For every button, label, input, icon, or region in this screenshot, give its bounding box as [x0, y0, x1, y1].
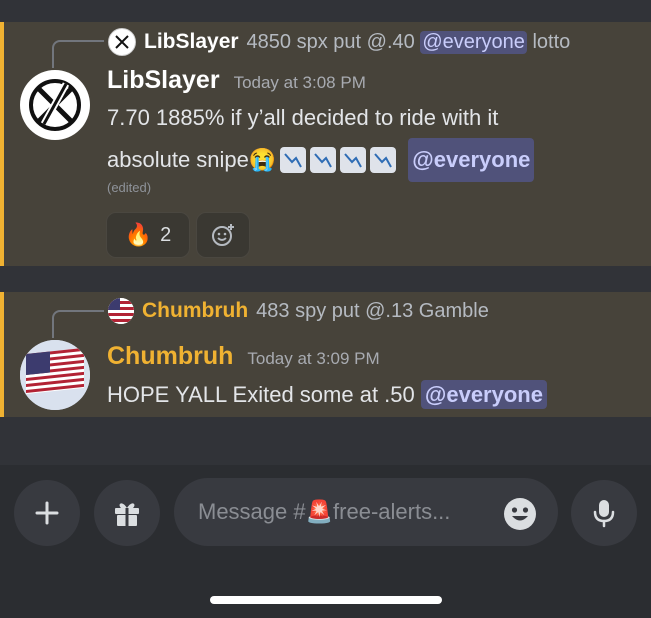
- home-indicator[interactable]: [210, 596, 442, 604]
- reply-avatar: [108, 28, 136, 56]
- timestamp: Today at 3:08 PM: [233, 73, 366, 92]
- message-text: absolute snipe: [107, 147, 249, 172]
- chart-decreasing-emoji: [280, 147, 307, 173]
- reply-text-suffix: lotto: [532, 30, 571, 53]
- reply-mention[interactable]: @everyone: [420, 30, 527, 54]
- highlight-bar: [0, 292, 4, 417]
- reply-avatar: [108, 298, 134, 324]
- edited-label: (edited): [107, 180, 152, 195]
- gift-icon: [115, 503, 139, 526]
- message-text: HOPE YALL Exited some at .50: [107, 382, 415, 407]
- timestamp: Today at 3:09 PM: [247, 349, 380, 368]
- message-line-2: absolute snipe 😭 @everyone: [107, 138, 535, 182]
- reply-author[interactable]: LibSlayer: [144, 30, 239, 54]
- reply-text: 483 spy put @.13 Gamble: [256, 299, 489, 322]
- plus-icon: [35, 501, 59, 525]
- gift-button[interactable]: [94, 480, 160, 546]
- add-reaction-button[interactable]: [196, 212, 250, 258]
- us-flag-icon: [108, 298, 134, 324]
- voice-button[interactable]: [571, 480, 637, 546]
- message-input[interactable]: Message #🚨free-alerts...: [174, 478, 558, 546]
- placeholder-prefix: Message #: [198, 499, 306, 524]
- microphone-icon: [593, 500, 615, 528]
- message-libslayer[interactable]: LibSlayer 4850 spx put @.40 @everyone lo…: [0, 22, 651, 266]
- reply-connector: [52, 310, 104, 338]
- reply-preview[interactable]: LibSlayer 4850 spx put @.40 @everyone lo…: [108, 28, 570, 56]
- chart-decreasing-emoji: [310, 147, 337, 173]
- author-name[interactable]: LibSlayer: [107, 66, 220, 95]
- mention-everyone[interactable]: @everyone: [420, 380, 547, 409]
- reply-text: 4850 spx put @.40: [246, 30, 415, 53]
- emoji-button[interactable]: [503, 497, 537, 536]
- message-header: LibSlayer Today at 3:08 PM: [107, 66, 366, 95]
- message-header: Chumbruh Today at 3:09 PM: [107, 342, 380, 371]
- channel-name: free-alerts...: [333, 499, 451, 524]
- attach-button[interactable]: [14, 480, 80, 546]
- author-name[interactable]: Chumbruh: [107, 342, 233, 371]
- avatar[interactable]: [20, 340, 90, 410]
- chart-decreasing-emoji: [340, 147, 367, 173]
- message-line-1: 7.70 1885% if y’all decided to ride with…: [107, 105, 499, 130]
- us-flag-icon: [20, 340, 90, 410]
- reaction-fire[interactable]: 🔥 2: [106, 212, 190, 258]
- reply-author[interactable]: Chumbruh: [142, 299, 248, 323]
- sword-logo-icon: [29, 79, 81, 131]
- highlight-bar: [0, 22, 4, 266]
- avatar[interactable]: [20, 70, 90, 140]
- add-reaction-icon: [212, 224, 234, 246]
- chart-decreasing-emoji: [370, 147, 397, 173]
- reply-preview[interactable]: Chumbruh 483 spy put @.13 Gamble: [108, 298, 489, 324]
- message-line-1: HOPE YALL Exited some at .50 @everyone: [107, 375, 547, 415]
- fire-emoji: 🔥: [124, 222, 153, 247]
- emoji-smile-icon: [504, 498, 536, 530]
- mention-everyone[interactable]: @everyone: [408, 138, 535, 182]
- message-placeholder: Message #🚨free-alerts...: [198, 499, 450, 525]
- reply-connector: [52, 40, 104, 68]
- siren-emoji: 🚨: [305, 499, 334, 524]
- sob-emoji: 😭: [248, 147, 277, 172]
- message-chumbruh[interactable]: Chumbruh 483 spy put @.13 Gamble Chumbru…: [0, 292, 651, 417]
- reaction-count: 2: [160, 223, 172, 246]
